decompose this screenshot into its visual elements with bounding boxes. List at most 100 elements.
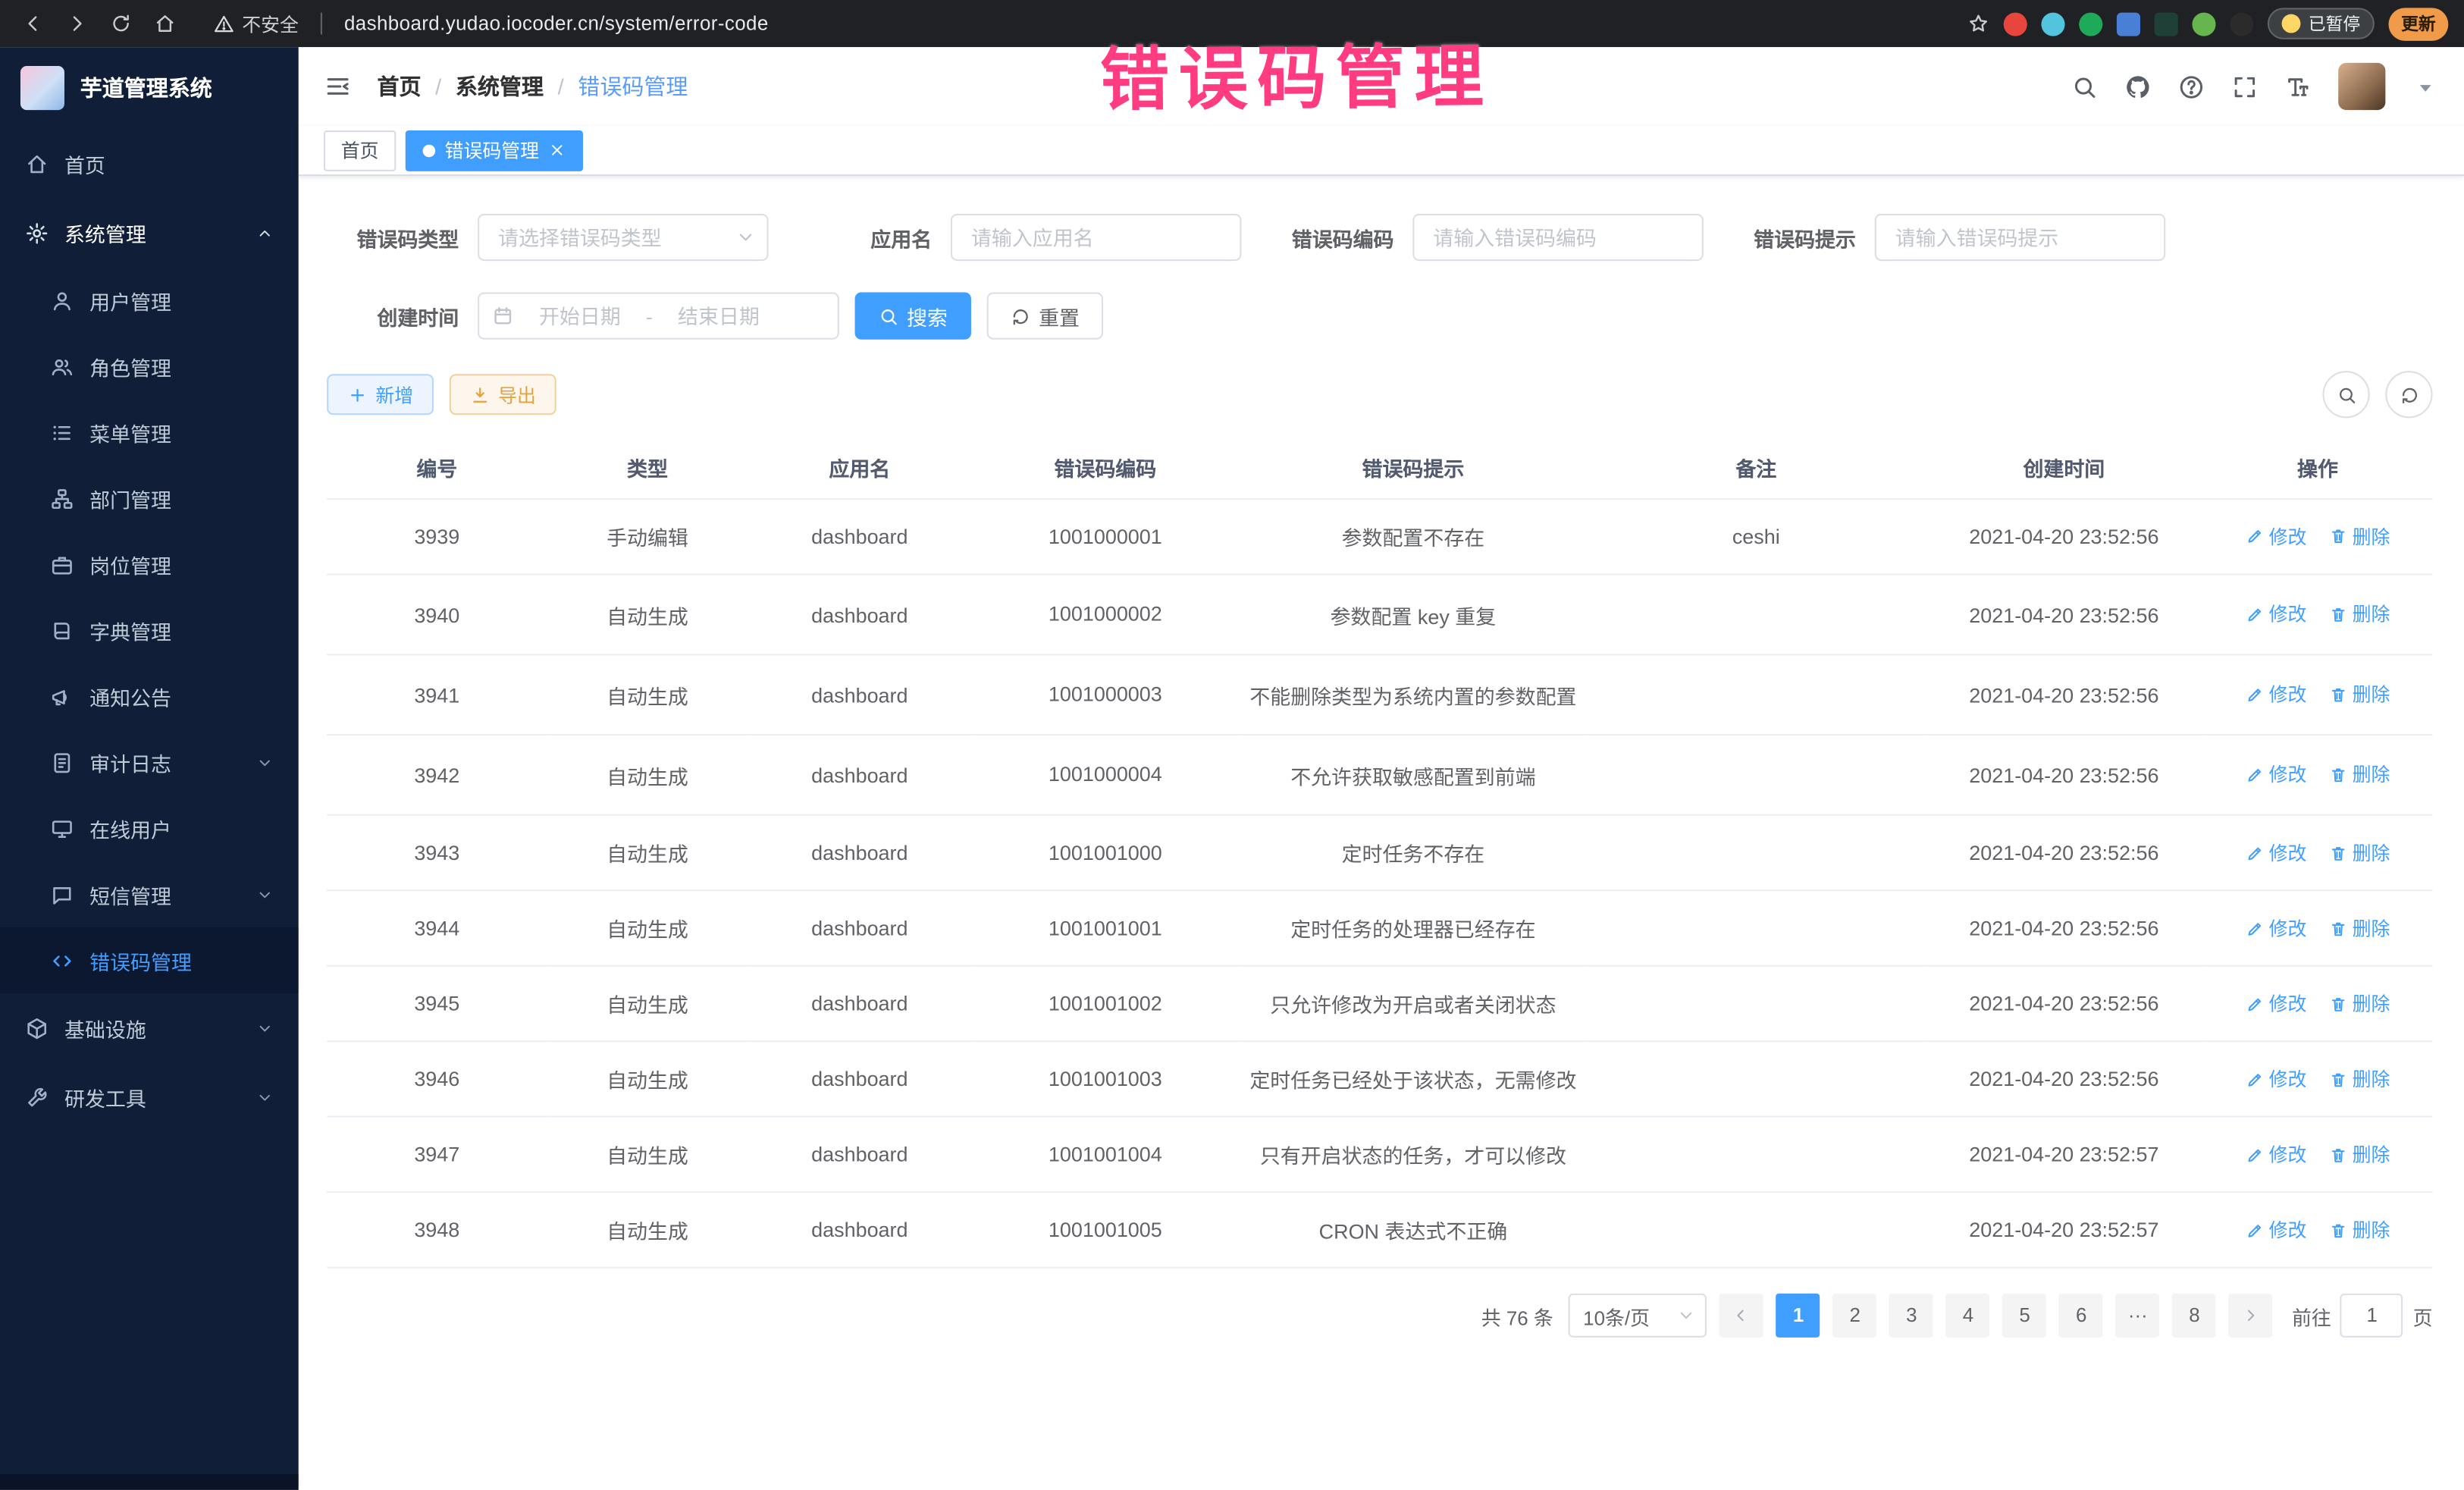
sidebar-item-role[interactable]: 角色管理 [0, 333, 299, 399]
browser-back-icon[interactable] [16, 6, 51, 41]
edit-link[interactable]: 修改 [2246, 839, 2307, 866]
edit-link[interactable]: 修改 [2246, 1141, 2307, 1168]
start-date-input[interactable] [520, 304, 640, 328]
delete-link[interactable]: 删除 [2328, 839, 2390, 866]
user-avatar[interactable] [2338, 63, 2385, 110]
toggle-search-button[interactable] [2322, 371, 2369, 418]
sidebar-item-post[interactable]: 岗位管理 [0, 532, 299, 598]
sidebar-item-dept[interactable]: 部门管理 [0, 466, 299, 532]
page-button-3[interactable]: 3 [1889, 1294, 1933, 1338]
refresh-table-button[interactable] [2385, 371, 2432, 418]
cell-hint: CRON 表达式不正确 [1240, 1193, 1588, 1268]
edit-link[interactable]: 修改 [2246, 523, 2307, 550]
sidebar-item-errcode[interactable]: 错误码管理 [0, 927, 299, 993]
page-button-6[interactable]: 6 [2059, 1294, 2103, 1338]
error-type-select-input[interactable] [478, 214, 768, 261]
sidebar-item-audit[interactable]: 审计日志 [0, 729, 299, 795]
chevron-down-icon[interactable] [2412, 73, 2439, 99]
delete-link[interactable]: 删除 [2328, 681, 2390, 707]
sidebar-item-infra[interactable]: 基础设施 [0, 993, 299, 1062]
sidebar-item-devtool[interactable]: 研发工具 [0, 1062, 299, 1131]
trash-icon [2328, 994, 2347, 1013]
chevron-right-icon [2242, 1306, 2261, 1325]
edit-link[interactable]: 修改 [2246, 761, 2307, 788]
sidebar-item-menu[interactable]: 菜单管理 [0, 399, 299, 465]
delete-link[interactable]: 删除 [2328, 1065, 2390, 1092]
tab-close-icon[interactable] [548, 142, 566, 159]
error-code-field[interactable] [1412, 214, 1703, 261]
collapse-sidebar-icon[interactable] [324, 72, 352, 100]
search-button[interactable]: 搜索 [855, 293, 971, 340]
page-button-1[interactable]: 1 [1776, 1294, 1820, 1338]
font-size-icon[interactable] [2285, 73, 2312, 99]
tab-error-code[interactable]: 错误码管理 [406, 130, 583, 171]
breadcrumb-home[interactable]: 首页 [377, 71, 421, 102]
breadcrumb-system[interactable]: 系统管理 [456, 71, 544, 102]
edit-link[interactable]: 修改 [2246, 1065, 2307, 1092]
edit-link[interactable]: 修改 [2246, 990, 2307, 1017]
extension-icon[interactable] [2079, 12, 2102, 36]
sidebar-item-notice[interactable]: 通知公告 [0, 663, 299, 729]
prev-page-button[interactable] [1720, 1294, 1764, 1338]
security-indicator[interactable]: 不安全 [214, 10, 299, 36]
header-search-icon[interactable] [2071, 73, 2098, 99]
page-button-5[interactable]: 5 [2003, 1294, 2047, 1338]
extension-icon[interactable] [2230, 12, 2253, 36]
edit-link[interactable]: 修改 [2246, 1216, 2307, 1243]
page-size-select[interactable]: 10条/页 [1569, 1294, 1707, 1338]
edit-link[interactable]: 修改 [2246, 681, 2307, 707]
add-button[interactable]: 新增 [327, 374, 434, 415]
error-code-table: 编号 类型 应用名 错误码编码 错误码提示 备注 创建时间 操作 3939手动编… [327, 437, 2432, 1269]
sidebar-item-system[interactable]: 系统管理 [0, 198, 299, 267]
address-bar-url[interactable]: dashboard.yudao.iocoder.cn/system/error-… [344, 13, 769, 35]
reset-button[interactable]: 重置 [987, 293, 1103, 340]
cell-remark [1587, 735, 1925, 815]
goto-page-input[interactable] [2340, 1294, 2403, 1338]
extension-icon[interactable] [2041, 12, 2064, 36]
delete-link[interactable]: 删除 [2328, 914, 2390, 941]
fullscreen-icon[interactable] [2231, 73, 2258, 99]
delete-link[interactable]: 删除 [2328, 990, 2390, 1017]
profile-paused-badge[interactable]: 已暂停 [2268, 8, 2375, 39]
help-icon[interactable] [2178, 73, 2205, 99]
end-date-input[interactable] [659, 304, 779, 328]
tab-home[interactable]: 首页 [324, 130, 396, 171]
browser-home-icon[interactable] [148, 6, 183, 41]
next-page-button[interactable] [2229, 1294, 2273, 1338]
sidebar-item-user[interactable]: 用户管理 [0, 267, 299, 333]
sidebar-item-online[interactable]: 在线用户 [0, 795, 299, 861]
page-button-2[interactable]: 2 [1833, 1294, 1877, 1338]
github-icon[interactable] [2124, 73, 2151, 99]
browser-forward-icon[interactable] [60, 6, 95, 41]
edit-pencil-icon [2246, 843, 2265, 862]
error-hint-input[interactable] [1875, 214, 2165, 261]
app-logo[interactable]: 芋道管理系统 [0, 47, 299, 129]
page-button-4[interactable]: 4 [1946, 1294, 1990, 1338]
delete-link[interactable]: 删除 [2328, 1216, 2390, 1243]
extension-icon[interactable] [2004, 12, 2027, 36]
date-range-picker[interactable]: - [478, 293, 839, 340]
browser-update-button[interactable]: 更新 [2389, 7, 2449, 40]
bookmark-star-icon[interactable] [1967, 13, 1989, 35]
extension-icon[interactable] [2155, 12, 2178, 36]
app-name-field[interactable] [951, 214, 1241, 261]
browser-reload-icon[interactable] [104, 6, 139, 41]
sidebar-item-sms[interactable]: 短信管理 [0, 861, 299, 927]
delete-link[interactable]: 删除 [2328, 1141, 2390, 1168]
pager-more-button[interactable]: ··· [2116, 1294, 2160, 1338]
delete-link[interactable]: 删除 [2328, 523, 2390, 550]
page-button-8[interactable]: 8 [2172, 1294, 2216, 1338]
app-name-input[interactable] [951, 214, 1241, 261]
error-code-input[interactable] [1412, 214, 1703, 261]
export-button[interactable]: 导出 [450, 374, 556, 415]
delete-link[interactable]: 删除 [2328, 601, 2390, 627]
sidebar-item-home[interactable]: 首页 [0, 129, 299, 198]
error-hint-field[interactable] [1875, 214, 2165, 261]
edit-link[interactable]: 修改 [2246, 601, 2307, 627]
sidebar-item-dict[interactable]: 字典管理 [0, 598, 299, 663]
edit-link[interactable]: 修改 [2246, 914, 2307, 941]
delete-link[interactable]: 删除 [2328, 761, 2390, 788]
extension-icon[interactable] [2117, 12, 2140, 36]
extension-icon[interactable] [2192, 12, 2215, 36]
error-type-select[interactable] [478, 214, 768, 261]
